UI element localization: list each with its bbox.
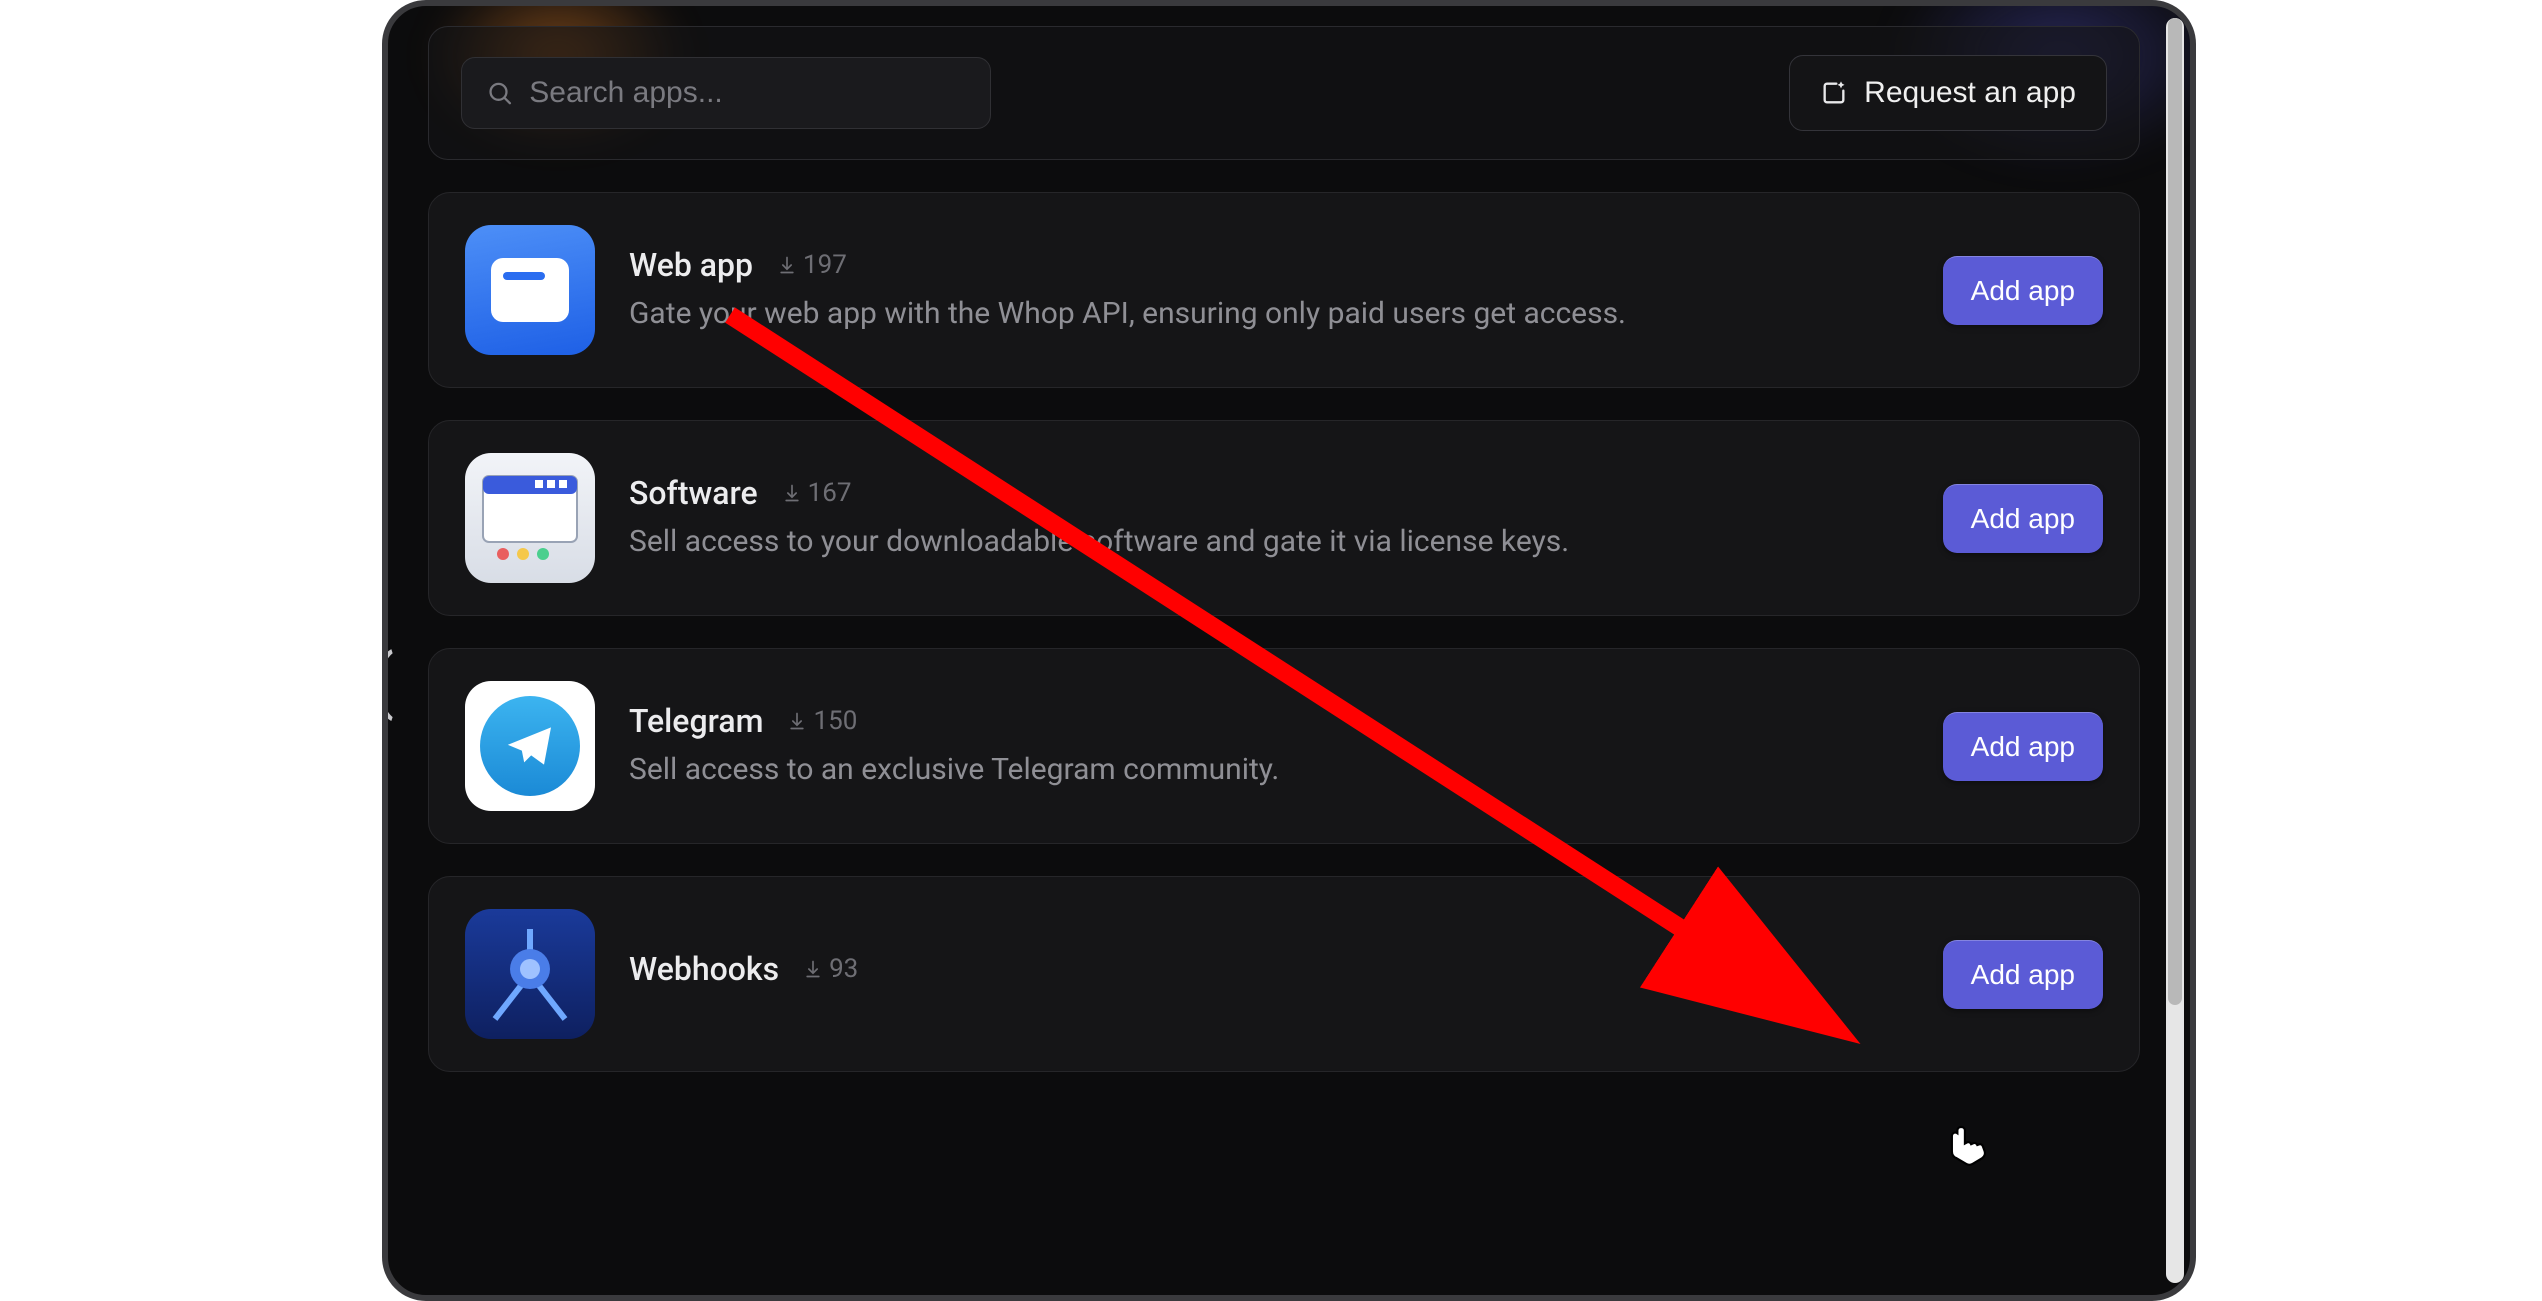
- search-box[interactable]: [461, 57, 991, 129]
- telegram-icon: [465, 681, 595, 811]
- request-app-button[interactable]: Request an app: [1789, 55, 2107, 131]
- download-icon: [787, 711, 807, 731]
- webhooks-icon: [465, 909, 595, 1039]
- search-icon: [486, 78, 513, 108]
- app-info: Software 167 Sell access to your downloa…: [629, 474, 1909, 563]
- app-description: Sell access to your downloadable softwar…: [629, 522, 1909, 563]
- search-input[interactable]: [529, 76, 966, 110]
- offscreen-control-peek: (: [382, 641, 394, 723]
- app-title: Webhooks: [629, 950, 779, 988]
- app-card-webhooks: Webhooks 93 Add app: [428, 876, 2140, 1072]
- download-icon: [777, 255, 797, 275]
- download-count: 167: [782, 478, 852, 508]
- app-title: Software: [629, 474, 758, 512]
- app-info: Webhooks 93: [629, 950, 1909, 998]
- download-icon: [803, 959, 823, 979]
- add-app-button[interactable]: Add app: [1943, 484, 2103, 553]
- add-app-button[interactable]: Add app: [1943, 256, 2103, 325]
- app-card-web-app: Web app 197 Gate your web app with the W…: [428, 192, 2140, 388]
- add-app-button[interactable]: Add app: [1943, 712, 2103, 781]
- app-card-telegram: Telegram 150 Sell access to an exclusive…: [428, 648, 2140, 844]
- web-app-icon: [465, 225, 595, 355]
- request-app-label: Request an app: [1864, 76, 2076, 110]
- app-window: ( Request an app: [382, 0, 2196, 1301]
- app-description: Sell access to an exclusive Telegram com…: [629, 750, 1909, 791]
- download-number: 167: [808, 478, 852, 508]
- download-number: 197: [803, 250, 847, 280]
- app-info: Web app 197 Gate your web app with the W…: [629, 246, 1909, 335]
- download-count: 93: [803, 954, 858, 984]
- download-count: 150: [787, 706, 857, 736]
- app-title: Telegram: [629, 702, 763, 740]
- top-bar: Request an app: [428, 26, 2140, 160]
- app-description: Gate your web app with the Whop API, ens…: [629, 294, 1909, 335]
- app-title: Web app: [629, 246, 753, 284]
- content-area: Request an app Web app 197 Gate your web…: [428, 26, 2140, 1275]
- app-info: Telegram 150 Sell access to an exclusive…: [629, 702, 1909, 791]
- download-number: 93: [829, 954, 858, 984]
- download-icon: [782, 483, 802, 503]
- scrollbar[interactable]: [2166, 18, 2184, 1283]
- software-icon: [465, 453, 595, 583]
- scrollbar-thumb[interactable]: [2168, 18, 2182, 1005]
- add-app-button-webhooks[interactable]: Add app: [1943, 940, 2103, 1009]
- app-card-software: Software 167 Sell access to your downloa…: [428, 420, 2140, 616]
- download-number: 150: [813, 706, 857, 736]
- download-count: 197: [777, 250, 847, 280]
- new-window-sparkle-icon: [1820, 79, 1848, 107]
